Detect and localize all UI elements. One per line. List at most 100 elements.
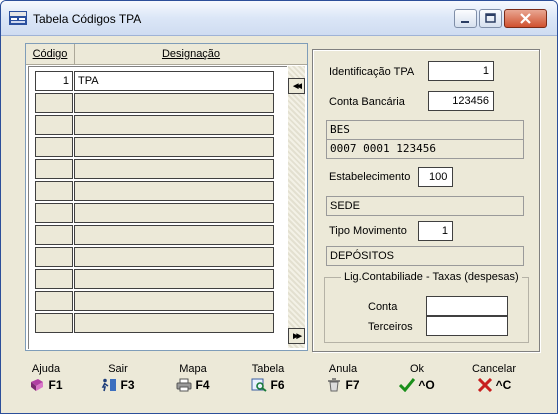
conta-bancaria-input[interactable]: 123456: [428, 91, 494, 111]
table-row[interactable]: [35, 247, 277, 267]
grid-body: 1 TPA: [28, 66, 287, 349]
tipo-movimento-nome-field: DEPÓSITOS: [326, 246, 524, 266]
cell-designacao[interactable]: [74, 159, 274, 179]
mapa-label: Mapa: [179, 363, 207, 375]
grid-header: Código Designação: [26, 44, 307, 65]
table-row[interactable]: [35, 93, 277, 113]
exit-icon: [102, 378, 117, 392]
maximize-icon: [485, 13, 496, 23]
grid-scrollbar[interactable]: ◀◀ ▶▶: [288, 66, 305, 348]
table-row[interactable]: [35, 159, 277, 179]
ajuda-key: F1: [48, 378, 63, 392]
close-button[interactable]: [504, 9, 547, 28]
minimize-button[interactable]: [454, 9, 477, 28]
tabela-button[interactable]: Tabela F6: [238, 363, 298, 403]
table-search-icon: [251, 378, 268, 392]
terceiros-input[interactable]: [426, 316, 508, 336]
cell-codigo[interactable]: 1: [35, 71, 73, 91]
estabelecimento-label: Estabelecimento: [329, 171, 411, 183]
cancelar-label: Cancelar: [471, 363, 517, 375]
cell-designacao[interactable]: [74, 181, 274, 201]
mapa-button[interactable]: Mapa F4: [163, 363, 223, 403]
ok-label: Ok: [409, 363, 425, 375]
cell-designacao[interactable]: [74, 313, 274, 333]
cell-designacao[interactable]: [74, 93, 274, 113]
x-icon: [477, 378, 492, 392]
tipo-movimento-label: Tipo Movimento: [329, 225, 407, 237]
conta-taxa-input[interactable]: [426, 296, 508, 316]
printer-icon: [176, 378, 192, 392]
conta-taxa-label: Conta: [368, 301, 398, 313]
cell-designacao[interactable]: [74, 115, 274, 135]
app-icon: [9, 11, 27, 25]
cell-codigo[interactable]: [35, 203, 73, 223]
title-bar[interactable]: Tabela Códigos TPA: [1, 1, 557, 36]
anula-key: F7: [345, 378, 360, 392]
cell-codigo[interactable]: [35, 269, 73, 289]
cell-codigo[interactable]: [35, 93, 73, 113]
table-row[interactable]: [35, 181, 277, 201]
cell-designacao[interactable]: [74, 225, 274, 245]
book-icon: [31, 379, 44, 391]
scroll-down-button[interactable]: ▶▶: [288, 328, 305, 344]
lig-contabilidade-group: Lig.Contabiliade - Taxas (despesas) Cont…: [324, 271, 529, 343]
cell-codigo[interactable]: [35, 137, 73, 157]
cell-designacao[interactable]: [74, 203, 274, 223]
cell-designacao[interactable]: TPA: [74, 71, 274, 91]
terceiros-label: Terceiros: [368, 321, 413, 333]
cancelar-key: ^C: [495, 378, 512, 392]
table-row[interactable]: [35, 115, 277, 135]
estabelecimento-input[interactable]: 100: [418, 167, 453, 187]
column-header-designacao[interactable]: Designação: [75, 44, 307, 64]
trash-icon: [328, 378, 341, 392]
tabela-label: Tabela: [251, 363, 285, 375]
ok-button[interactable]: Ok ^O: [387, 363, 447, 403]
sair-button[interactable]: Sair F3: [88, 363, 148, 403]
table-row[interactable]: [35, 269, 277, 289]
cell-designacao[interactable]: [74, 247, 274, 267]
minimize-icon: [461, 21, 469, 23]
details-panel: Identificação TPA 1 Conta Bancária 12345…: [312, 49, 540, 352]
column-header-codigo[interactable]: Código: [26, 44, 75, 64]
banco-nome-field: BES: [326, 120, 524, 140]
ajuda-button[interactable]: Ajuda F1: [16, 363, 76, 403]
cell-codigo[interactable]: [35, 225, 73, 245]
scroll-up-button[interactable]: ◀◀: [288, 78, 305, 94]
cell-codigo[interactable]: [35, 291, 73, 311]
table-row[interactable]: [35, 203, 277, 223]
cell-designacao[interactable]: [74, 291, 274, 311]
table-row[interactable]: [35, 225, 277, 245]
maximize-button[interactable]: [479, 9, 502, 28]
identificacao-input[interactable]: 1: [428, 61, 494, 81]
table-row[interactable]: [35, 291, 277, 311]
cell-codigo[interactable]: [35, 115, 73, 135]
window-title: Tabela Códigos TPA: [33, 12, 142, 26]
client-area: Código Designação 1 TPA ◀◀ ▶▶ Identifica…: [6, 36, 552, 412]
table-row[interactable]: [35, 313, 277, 333]
ok-key: ^O: [418, 378, 435, 392]
sair-key: F3: [120, 378, 135, 392]
table-row[interactable]: 1 TPA: [35, 71, 277, 91]
cancelar-button[interactable]: Cancelar ^C: [464, 363, 524, 403]
tabela-key: F6: [270, 378, 285, 392]
cell-designacao[interactable]: [74, 137, 274, 157]
cell-codigo[interactable]: [35, 181, 73, 201]
tipo-movimento-input[interactable]: 1: [418, 221, 453, 241]
check-icon: [399, 378, 416, 392]
cell-codigo[interactable]: [35, 159, 73, 179]
estabelecimento-nome-field: SEDE: [326, 196, 524, 216]
double-left-icon: ◀◀: [293, 83, 302, 90]
cell-codigo[interactable]: [35, 313, 73, 333]
cell-designacao[interactable]: [74, 269, 274, 289]
identificacao-label: Identificação TPA: [329, 66, 415, 78]
table-row[interactable]: [35, 137, 277, 157]
anula-button[interactable]: Anula F7: [313, 363, 373, 403]
double-right-icon: ▶▶: [293, 333, 302, 340]
conta-bancaria-label: Conta Bancária: [329, 96, 405, 108]
ajuda-label: Ajuda: [31, 363, 61, 375]
close-icon: [520, 13, 531, 24]
cell-codigo[interactable]: [35, 247, 73, 267]
sair-label: Sair: [108, 363, 128, 375]
codes-grid: Código Designação 1 TPA ◀◀ ▶▶: [25, 43, 308, 351]
anula-label: Anula: [328, 363, 358, 375]
